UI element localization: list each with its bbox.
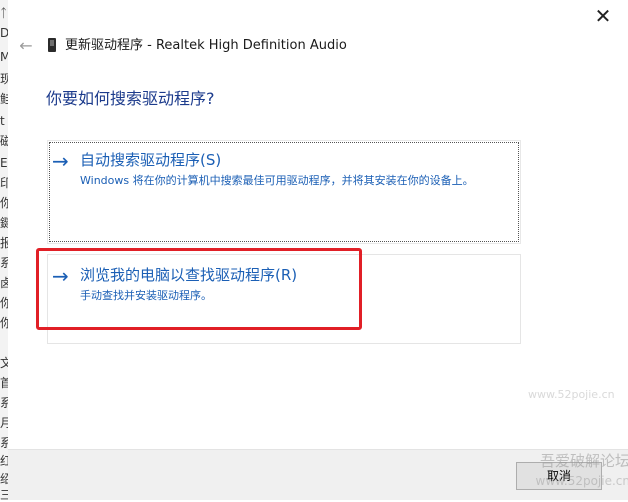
window-title: 更新驱动程序 - Realtek High Definition Audio	[65, 38, 347, 53]
background-text-fragment: 红	[0, 454, 8, 468]
background-text-fragment: 首	[0, 376, 8, 390]
option-description: 手动查找并安装驱动程序。	[80, 289, 212, 302]
background-text-fragment: 鍵	[0, 216, 8, 230]
background-text-fragment: 系	[0, 396, 8, 410]
background-text-fragment: 你	[0, 296, 8, 310]
option-auto-search[interactable]: → 自动搜索驱动程序(S) Windows 将在你的计算机中搜索最佳可用驱动程序…	[47, 140, 521, 244]
background-text-fragment: M	[0, 50, 8, 64]
background-text-fragment: 月	[0, 416, 8, 430]
background-text-fragment: 报	[0, 236, 8, 250]
close-button[interactable]: ✕	[590, 4, 616, 28]
back-arrow-icon[interactable]: ←	[16, 36, 36, 56]
background-text-fragment: 系	[0, 256, 8, 270]
background-text-fragment: ⽂	[0, 356, 8, 370]
background-text-fragment: 磁	[0, 134, 8, 148]
background-text-fragment: 卤	[0, 276, 8, 290]
background-text-fragment: ᛏ	[0, 6, 8, 20]
background-text-fragment: 三	[0, 488, 8, 502]
watermark-text: www.52pojie.cn	[528, 388, 615, 401]
background-text-fragment: DE	[0, 26, 8, 40]
background-text-fragment: 你	[0, 316, 8, 330]
cancel-button[interactable]: 取消	[516, 462, 602, 490]
background-text-fragment: 系	[0, 436, 8, 450]
device-icon	[48, 38, 56, 52]
arrow-right-icon: →	[52, 149, 69, 173]
background-text-fragment: 绍	[0, 472, 8, 486]
option-description: Windows 将在你的计算机中搜索最佳可用驱动程序，并将其安装在你的设备上。	[80, 174, 474, 187]
background-text-fragment: t	[0, 114, 5, 128]
background-text-fragment: 印	[0, 176, 8, 190]
background-text-fragment: 你	[0, 196, 8, 210]
option-title: 自动搜索驱动程序(S)	[80, 151, 222, 169]
background-text-fragment: E	[0, 156, 8, 170]
arrow-right-icon: →	[52, 264, 69, 288]
background-text-fragment: 鲑	[0, 92, 8, 106]
option-browse-computer[interactable]: → 浏览我的电脑以查找驱动程序(R) 手动查找并安装驱动程序。	[47, 254, 521, 344]
background-text-fragment: 现	[0, 72, 8, 86]
update-driver-dialog: ✕ ← 更新驱动程序 - Realtek High Definition Aud…	[8, 0, 628, 500]
option-title: 浏览我的电脑以查找驱动程序(R)	[80, 266, 298, 284]
page-heading: 你要如何搜索驱动程序?	[46, 89, 215, 108]
